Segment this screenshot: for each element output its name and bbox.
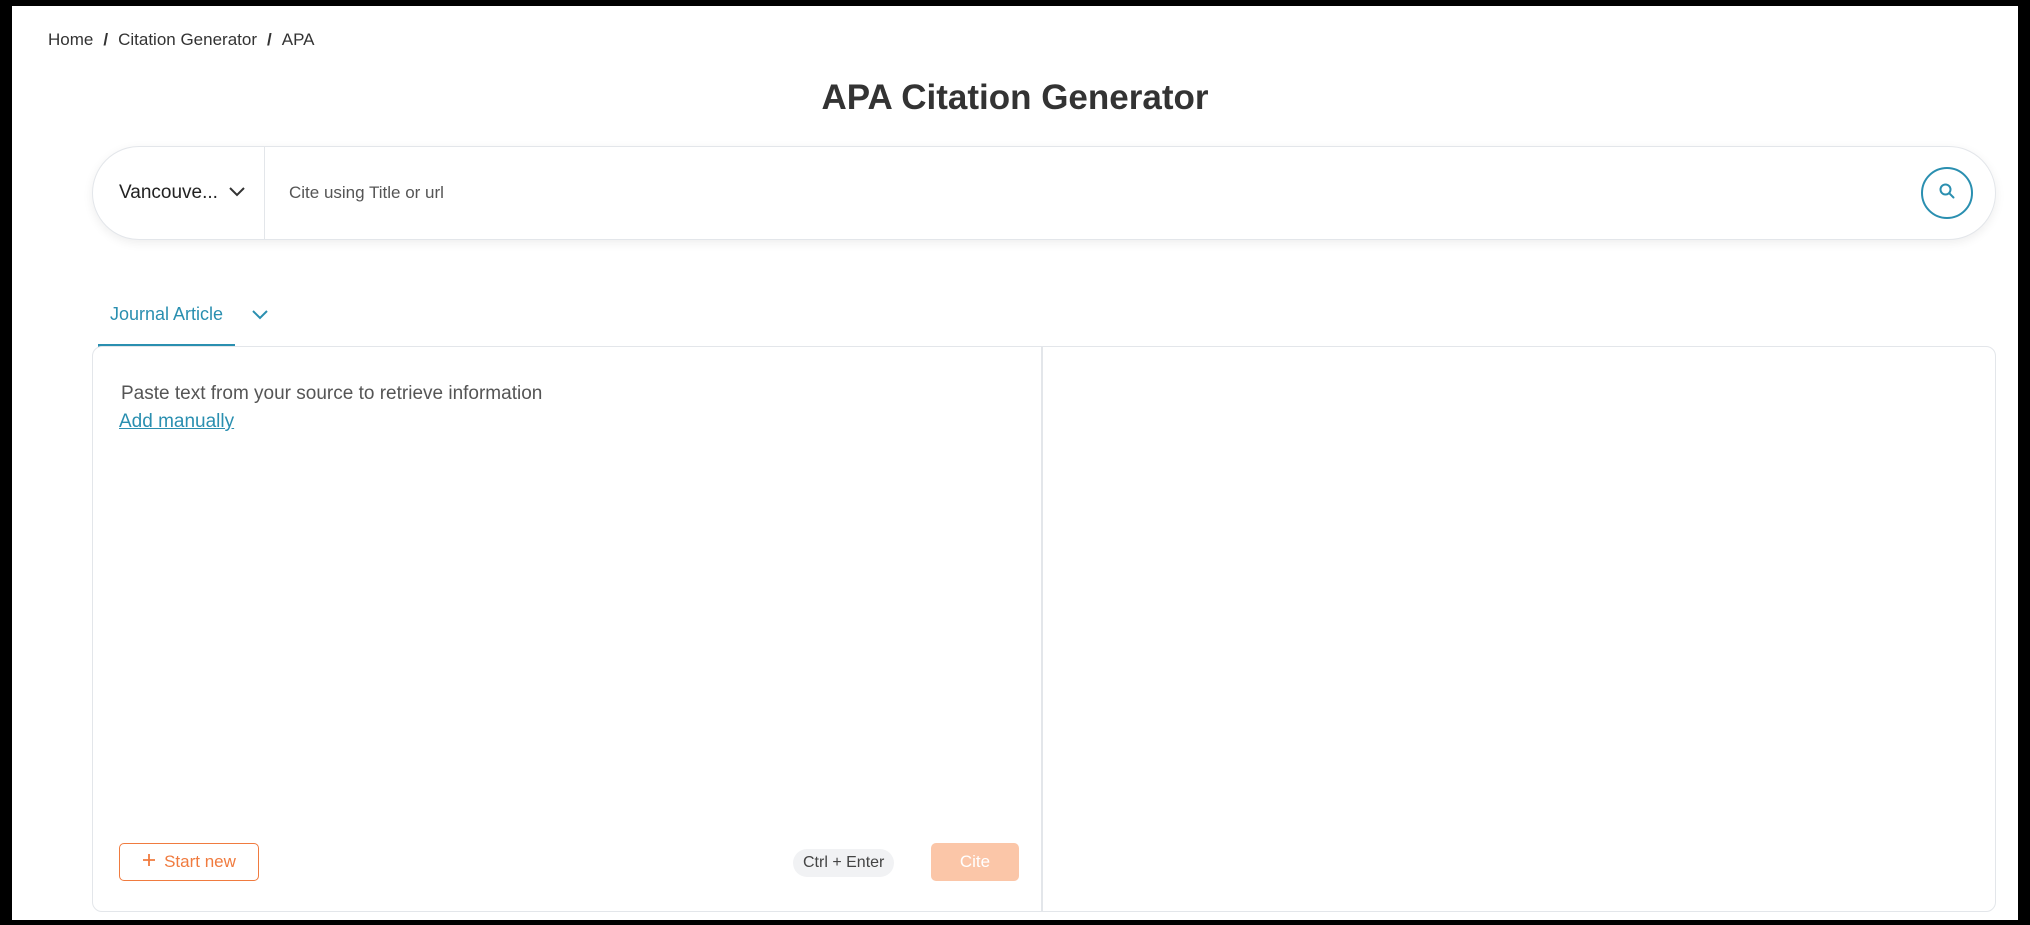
search-input[interactable] — [265, 182, 1921, 204]
page-frame: Home / Citation Generator / APA APA Cita… — [12, 6, 2018, 920]
start-new-label: Start new — [164, 852, 236, 871]
cite-button[interactable]: Cite — [931, 843, 1019, 881]
add-manually-link[interactable]: Add manually — [119, 411, 234, 433]
source-type-dropdown[interactable] — [251, 296, 269, 326]
breadcrumb-separator: / — [103, 30, 109, 49]
paste-hint: Paste text from your source to retrieve … — [121, 383, 543, 404]
keyboard-shortcut-hint: Ctrl + Enter — [793, 849, 895, 877]
tab-journal-article[interactable]: Journal Article — [98, 296, 236, 348]
search-bar: Vancouve... — [92, 146, 1996, 240]
breadcrumb-citation-generator[interactable]: Citation Generator — [118, 30, 257, 50]
chevron-down-icon — [251, 308, 269, 325]
search-button[interactable] — [1921, 167, 1973, 219]
source-type-tabs: Journal Article — [98, 296, 269, 350]
breadcrumb-separator: / — [267, 30, 272, 49]
citation-style-select[interactable]: Vancouve... — [93, 147, 265, 239]
source-input-area[interactable]: Paste text from your source to retrieve … — [93, 347, 1043, 911]
breadcrumb-home[interactable]: Home — [48, 30, 93, 50]
citation-preview-area — [1043, 347, 1995, 911]
start-new-button[interactable]: Start new — [119, 843, 259, 881]
citation-panel: Paste text from your source to retrieve … — [92, 346, 1996, 912]
chevron-down-icon — [228, 182, 246, 204]
search-icon — [1938, 182, 1956, 205]
plus-icon — [142, 852, 156, 872]
breadcrumb-current: APA — [281, 30, 315, 49]
citation-style-value: Vancouve... — [119, 182, 218, 203]
page-title: APA Citation Generator — [821, 78, 1209, 117]
breadcrumb: Home / Citation Generator / APA — [48, 30, 315, 50]
